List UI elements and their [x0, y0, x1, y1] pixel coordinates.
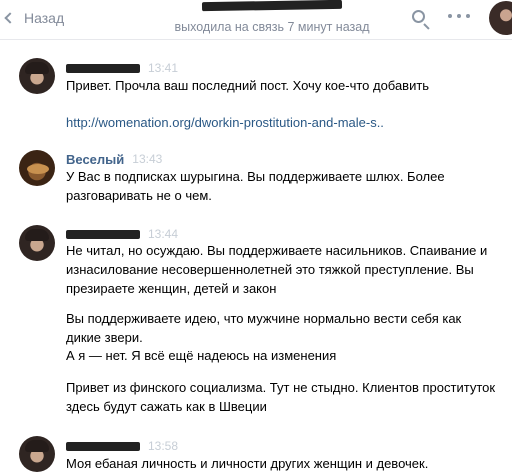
search-icon[interactable] — [411, 9, 431, 30]
avatar[interactable] — [19, 436, 55, 472]
message-time: 13:44 — [148, 227, 179, 241]
message-paragraph: А я — нет. Я всё ещё надеюсь на изменени… — [66, 348, 337, 363]
redacted-sender-name[interactable] — [66, 441, 140, 451]
message-header: 13:41 — [66, 60, 178, 76]
back-button[interactable]: Назад — [0, 0, 64, 36]
chevron-left-icon — [4, 12, 16, 24]
message-text: Моя ебаная личность и личности других же… — [66, 456, 429, 471]
back-label: Назад — [24, 10, 65, 26]
chat-header: Назад выходила на связь 7 минут назад — [0, 0, 512, 40]
message: 13:44 Не читал, но осуждаю. Вы поддержив… — [0, 225, 512, 425]
redacted-contact-name — [201, 0, 343, 12]
message: Веселый 13:43 У Вас в подписках шурыгина… — [0, 150, 512, 210]
message-header: Веселый 13:43 — [66, 151, 162, 167]
avatar[interactable] — [19, 150, 55, 186]
message-paragraph: Вы поддерживаете идею, что мужчине норма… — [66, 311, 462, 345]
message-time: 13:41 — [148, 61, 179, 75]
message-header: 13:58 — [66, 438, 178, 454]
last-seen-status: выходила на связь 7 минут назад — [174, 20, 370, 34]
contact-avatar[interactable] — [489, 1, 512, 35]
message-time: 13:43 — [132, 152, 163, 166]
message-text: Привет. Прочла ваш последний пост. Хочу … — [66, 78, 430, 93]
redacted-sender-name[interactable] — [66, 229, 140, 239]
message: 13:41 Привет. Прочла ваш последний пост.… — [0, 58, 512, 138]
avatar[interactable] — [19, 225, 55, 261]
message-paragraph: Не читал, но осуждаю. Вы поддерживаете н… — [66, 243, 488, 296]
message-time: 13:58 — [148, 439, 179, 453]
sender-name[interactable]: Веселый — [66, 152, 124, 167]
message: 13:58 Моя ебаная личность и личности дру… — [0, 436, 512, 475]
message-link[interactable]: http://womenation.org/dworkin-prostituti… — [66, 113, 498, 132]
avatar[interactable] — [19, 58, 55, 94]
more-options-icon[interactable] — [448, 14, 470, 20]
message-text: У Вас в подписках шурыгина. Вы поддержив… — [66, 169, 445, 203]
message-paragraph: Привет из финского социализма. Тут не ст… — [66, 380, 496, 414]
redacted-sender-name[interactable] — [66, 63, 140, 73]
message-header: 13:44 — [66, 226, 178, 242]
